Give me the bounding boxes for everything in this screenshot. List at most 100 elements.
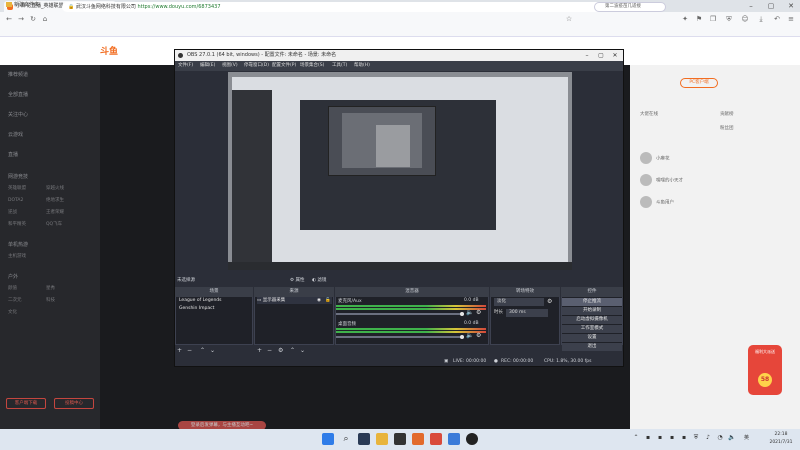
duration-input[interactable]: 300 ms bbox=[506, 309, 548, 317]
sidebar-item-tech[interactable]: 科技 bbox=[46, 296, 86, 306]
mixer-mic-slider[interactable] bbox=[336, 313, 464, 315]
obs-taskbar-icon[interactable] bbox=[466, 433, 478, 445]
sidebar-item-pubg[interactable]: 绝地求生 bbox=[46, 196, 86, 206]
virtual-camera-button[interactable]: 启动虚拟摄像机 bbox=[562, 316, 622, 324]
chevron-up-icon[interactable]: ⌃ bbox=[632, 433, 640, 443]
menu-edit[interactable]: 编辑(E) bbox=[200, 61, 215, 71]
sidebar-item-star[interactable]: 星秀 bbox=[46, 284, 86, 294]
douyu-app-icon[interactable] bbox=[412, 433, 424, 445]
sidebar-item-all-live[interactable]: 全部直播 bbox=[8, 90, 94, 100]
eye-icon[interactable]: ◉ bbox=[317, 297, 321, 304]
close-window-button[interactable]: ✕ bbox=[784, 0, 798, 12]
right-user-row[interactable]: 嘿嘿的小天才 bbox=[640, 174, 790, 188]
lock-icon[interactable]: 🔓 bbox=[325, 297, 331, 304]
browser-icon[interactable] bbox=[448, 433, 460, 445]
app-icon[interactable] bbox=[394, 433, 406, 445]
sidebar-item-recommend[interactable]: 推荐频道 bbox=[8, 70, 94, 80]
exit-button[interactable]: 退出 bbox=[562, 343, 622, 351]
transition-select[interactable]: 淡化 bbox=[494, 298, 544, 306]
sidebar-item-peace[interactable]: 和平精英 bbox=[8, 220, 48, 230]
shield-icon[interactable]: ⛨ bbox=[724, 12, 734, 26]
menu-icon[interactable]: ≡ bbox=[786, 12, 796, 26]
pc-client-badge[interactable]: PC客户端 bbox=[680, 78, 718, 88]
speaker-icon[interactable]: 🔈 bbox=[466, 309, 473, 316]
volume-icon[interactable]: 🔈 bbox=[728, 433, 736, 443]
right-row-fans[interactable]: 粉丝团 bbox=[720, 122, 800, 136]
menu-scene-collection[interactable]: 场景集合(S) bbox=[300, 61, 324, 71]
game-icon[interactable]: ⚑ bbox=[694, 12, 704, 26]
right-user-row[interactable]: 小麻花 bbox=[640, 152, 790, 166]
remove-scene-button[interactable]: − bbox=[187, 346, 192, 355]
obs-close-button[interactable]: ✕ bbox=[608, 50, 622, 61]
sidebar-item-dota2[interactable]: DOTA2 bbox=[8, 196, 48, 206]
sidebar-item-beauty[interactable]: 颜值 bbox=[8, 284, 48, 294]
sidebar-item-live[interactable]: 直播 bbox=[8, 150, 94, 160]
mic-icon[interactable]: ♪ bbox=[704, 433, 712, 443]
menu-file[interactable]: 文件(F) bbox=[178, 61, 193, 71]
properties-button[interactable]: ⚙ 属性 bbox=[290, 276, 304, 286]
search-icon[interactable]: ⌕ bbox=[340, 433, 352, 445]
mixer-desktop-slider-knob[interactable] bbox=[460, 335, 464, 339]
remove-source-button[interactable]: − bbox=[267, 346, 272, 355]
bookmark-folder[interactable]: 新建文件夹 bbox=[6, 1, 39, 10]
wifi-icon[interactable]: ◔ bbox=[716, 433, 724, 443]
start-recording-button[interactable]: 开始录制 bbox=[562, 307, 622, 315]
input-method[interactable]: 英 bbox=[744, 432, 749, 444]
add-scene-button[interactable]: + bbox=[177, 346, 182, 355]
right-user-row[interactable]: 斗鱼用户 bbox=[640, 196, 790, 210]
menu-view[interactable]: 视图(V) bbox=[222, 61, 238, 71]
bookmark-icon[interactable]: ❐ bbox=[708, 12, 718, 26]
move-up-icon[interactable]: ⌃ bbox=[290, 346, 295, 355]
menu-tools[interactable]: 工具(T) bbox=[332, 61, 347, 71]
minimize-window-button[interactable]: – bbox=[744, 0, 758, 12]
right-row-ranking[interactable]: 贡献榜 bbox=[720, 108, 800, 122]
download-icon[interactable]: ⤓ bbox=[756, 12, 766, 26]
promo-widget[interactable]: 福利大派送 58 bbox=[748, 345, 782, 395]
sidebar-item-cf[interactable]: 穿越火线 bbox=[46, 184, 86, 194]
sidebar-item-culture[interactable]: 文化 bbox=[8, 308, 94, 318]
windows-start-icon[interactable] bbox=[322, 433, 334, 445]
system-clock[interactable]: 22:18 2021/7/31 bbox=[766, 431, 796, 447]
home-icon[interactable]: ⌂ bbox=[40, 12, 50, 26]
back-icon[interactable]: ← bbox=[4, 12, 14, 26]
douyu-logo[interactable]: 斗鱼 bbox=[100, 44, 118, 57]
sidebar-item-outdoor[interactable]: 户外 bbox=[8, 272, 94, 282]
scene-item-lol[interactable]: League of Legends bbox=[177, 297, 251, 304]
user-icon[interactable]: ☺ bbox=[740, 12, 750, 26]
tray-app-icon[interactable]: ▪ bbox=[668, 433, 676, 443]
sidebar-item-nizhan[interactable]: 逆战 bbox=[8, 208, 48, 218]
forward-icon[interactable]: → bbox=[16, 12, 26, 26]
shield-icon[interactable]: ⛨ bbox=[692, 433, 700, 443]
maximize-window-button[interactable]: ▢ bbox=[764, 0, 778, 12]
menu-help[interactable]: 帮助(H) bbox=[354, 61, 370, 71]
sidebar-item-qq-speed[interactable]: QQ飞车 bbox=[46, 220, 86, 230]
move-down-icon[interactable]: ⌄ bbox=[210, 346, 215, 355]
reload-icon[interactable]: ↻ bbox=[28, 12, 38, 26]
sidebar-item-cloud-game[interactable]: 云游戏 bbox=[8, 130, 94, 140]
menu-docks[interactable]: 停靠窗口(D) bbox=[244, 61, 269, 71]
tray-app-icon[interactable]: ▪ bbox=[680, 433, 688, 443]
search-input[interactable]: 第二波疫苗几适接 bbox=[594, 2, 666, 12]
app-icon[interactable] bbox=[430, 433, 442, 445]
sidebar-item-online-games[interactable]: 网游竞技 bbox=[8, 172, 94, 182]
sidebar-item-console[interactable]: 主机游戏 bbox=[8, 252, 94, 262]
sidebar-item-acg[interactable]: 二次元 bbox=[8, 296, 48, 306]
gear-icon[interactable]: ⚙ bbox=[476, 332, 481, 339]
undo-icon[interactable]: ↶ bbox=[772, 12, 782, 26]
filters-button[interactable]: ◐ 滤镜 bbox=[312, 276, 326, 286]
sidebar-item-lol[interactable]: 英雄联盟 bbox=[8, 184, 48, 194]
mixer-desktop-slider[interactable] bbox=[336, 336, 464, 338]
move-down-icon[interactable]: ⌄ bbox=[300, 346, 305, 355]
source-settings-icon[interactable]: ⚙ bbox=[278, 346, 283, 355]
stop-streaming-button[interactable]: 停止推流 bbox=[562, 298, 622, 306]
sidebar-item-follow[interactable]: 关注中心 bbox=[8, 110, 94, 120]
settings-button[interactable]: 设置 bbox=[562, 334, 622, 342]
obs-minimize-button[interactable]: – bbox=[580, 50, 594, 61]
menu-profile[interactable]: 配置文件(P) bbox=[272, 61, 296, 71]
tray-app-icon[interactable]: ▪ bbox=[656, 433, 664, 443]
sidebar-item-honor[interactable]: 王者荣耀 bbox=[46, 208, 86, 218]
source-item-display[interactable]: ▭ 显示器采集 ◉ 🔓 bbox=[257, 297, 332, 304]
scene-item-genshin[interactable]: Genshin Impact bbox=[177, 305, 251, 312]
obs-maximize-button[interactable]: ▢ bbox=[594, 50, 608, 61]
move-up-icon[interactable]: ⌃ bbox=[200, 346, 205, 355]
